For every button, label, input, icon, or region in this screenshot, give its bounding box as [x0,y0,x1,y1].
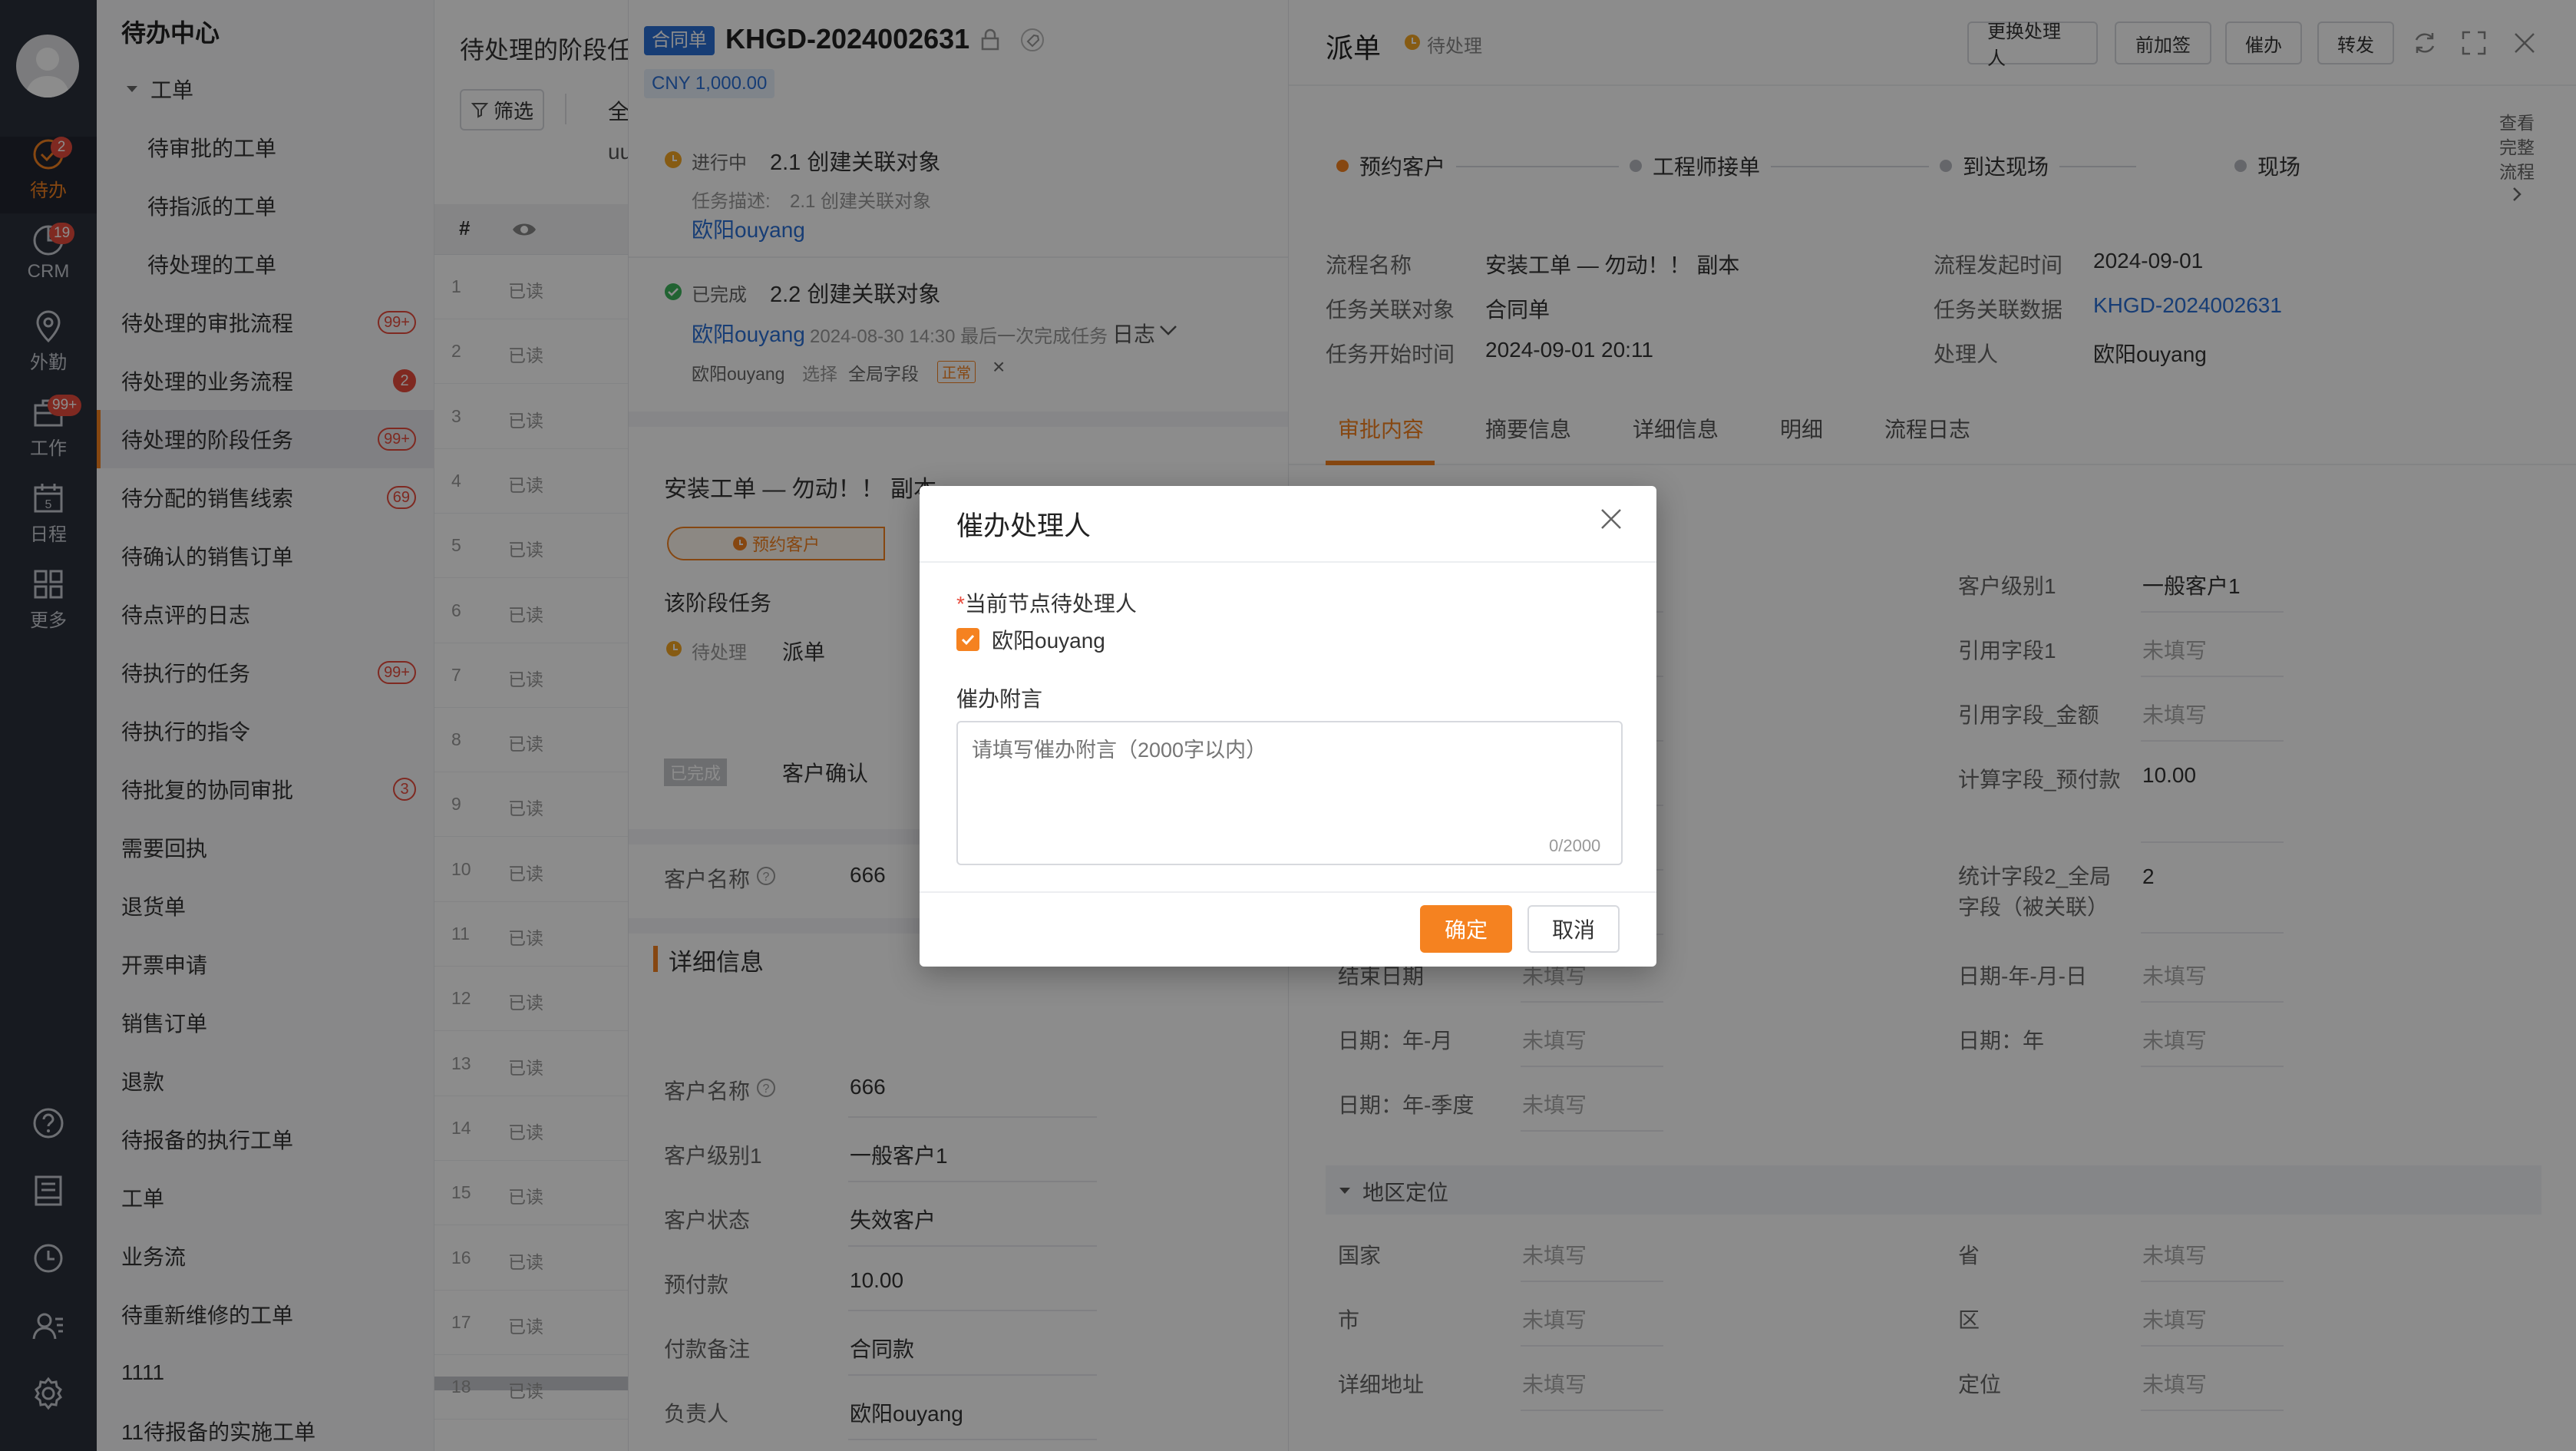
dialog-title: 催办处理人 [956,511,1091,541]
current-handler-field-label: *当前节点待处理人 [956,592,1137,616]
checkbox-label: 欧阳ouyang [992,629,1105,653]
field-label-text: 当前节点待处理人 [964,592,1137,616]
dialog-divider [920,891,1656,893]
checkbox-checked-icon[interactable] [956,628,979,651]
handler-checkbox[interactable]: 欧阳ouyang [956,624,1105,655]
cancel-button[interactable]: 取消 [1527,905,1620,953]
dialog-divider [920,561,1656,563]
urge-note-textarea[interactable] [956,721,1623,865]
urge-note-label: 催办附言 [956,687,1043,711]
char-counter: 0/2000 [1549,836,1601,855]
confirm-button[interactable]: 确定 [1420,905,1512,953]
urge-handler-dialog: 催办处理人 *当前节点待处理人 欧阳ouyang 催办附言 0/2000 确定 … [920,486,1656,967]
close-icon[interactable] [1598,506,1624,532]
